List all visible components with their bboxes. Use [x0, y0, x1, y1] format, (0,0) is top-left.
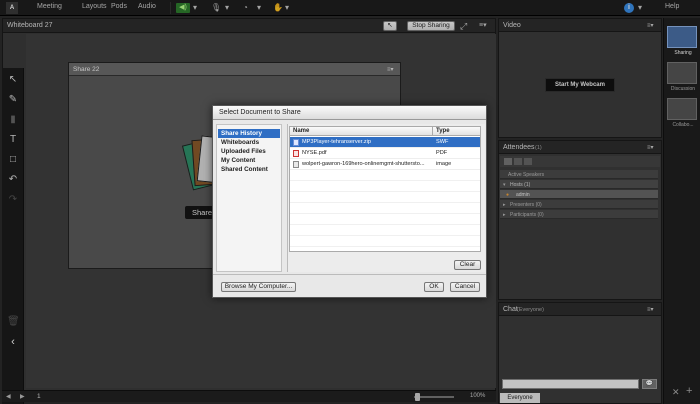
- file-panel: Name Type MP3Player-tehranserver.zip SWF…: [287, 124, 485, 272]
- file-type: SWF: [436, 139, 449, 145]
- empty-row: [290, 181, 480, 192]
- category-share-history[interactable]: Share History: [218, 129, 280, 138]
- image-file-icon: [293, 161, 299, 168]
- file-name: wolpert-gawron-169hero-onlinemgmt-shutte…: [302, 161, 425, 167]
- column-header-type[interactable]: Type: [433, 127, 480, 136]
- table-row[interactable]: wolpert-gawron-169hero-onlinemgmt-shutte…: [290, 159, 480, 170]
- column-header-name[interactable]: Name: [290, 127, 433, 136]
- flash-file-icon: [293, 139, 299, 146]
- category-whiteboards[interactable]: Whiteboards: [218, 138, 280, 147]
- empty-row: [290, 214, 480, 225]
- category-list: Share History Whiteboards Uploaded Files…: [216, 124, 282, 272]
- empty-row: [290, 236, 480, 247]
- empty-row: [290, 192, 480, 203]
- category-uploaded-files[interactable]: Uploaded Files: [218, 147, 280, 156]
- empty-row: [290, 225, 480, 236]
- file-name: MP3Player-tehranserver.zip: [302, 139, 372, 145]
- category-my-content[interactable]: My Content: [218, 156, 280, 165]
- cancel-button[interactable]: Cancel: [450, 282, 480, 292]
- table-row[interactable]: MP3Player-tehranserver.zip SWF: [290, 137, 480, 148]
- dialog-divider: [213, 274, 486, 275]
- dialog-header: Select Document to Share: [213, 106, 486, 120]
- empty-row: [290, 170, 480, 181]
- file-table: Name Type MP3Player-tehranserver.zip SWF…: [289, 126, 481, 252]
- browse-computer-button[interactable]: Browse My Computer...: [221, 282, 296, 292]
- clear-button[interactable]: Clear: [454, 260, 481, 270]
- category-shared-content[interactable]: Shared Content: [218, 165, 280, 174]
- file-type: image: [436, 161, 452, 167]
- empty-row: [290, 203, 480, 214]
- file-type: PDF: [436, 150, 448, 156]
- dialog-title: Select Document to Share: [219, 109, 301, 116]
- table-row[interactable]: NYSE.pdf PDF: [290, 148, 480, 159]
- ok-button[interactable]: OK: [424, 282, 444, 292]
- pdf-file-icon: [293, 150, 299, 157]
- select-document-dialog: Select Document to Share Share History W…: [212, 105, 487, 298]
- file-name: NYSE.pdf: [302, 150, 327, 156]
